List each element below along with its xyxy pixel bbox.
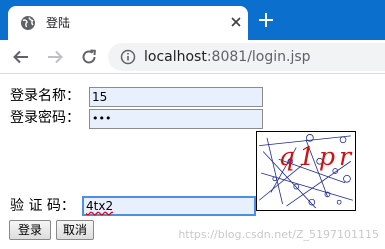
tab-strip: 登陆 (0, 0, 385, 40)
info-icon[interactable] (120, 49, 136, 65)
captcha-image[interactable]: q1pr (256, 131, 356, 211)
captcha-text: q1pr (279, 141, 355, 171)
plus-icon[interactable] (258, 12, 274, 28)
username-label: 登录名称： (10, 88, 80, 104)
login-button[interactable]: 登录 (9, 220, 51, 240)
address-bar[interactable]: localhost:8081/login.jsp (108, 43, 385, 71)
globe-icon (21, 16, 35, 30)
captcha-input[interactable]: 4tx2 (82, 196, 256, 216)
arrow-right-icon[interactable] (46, 48, 64, 66)
password-label: 登录密码： (10, 110, 80, 126)
close-icon[interactable] (230, 16, 242, 28)
login-page: 登录名称： 15 登录密码： ••• q1pr 验 证 码： 4tx2 登录 取… (0, 74, 385, 249)
arrow-left-icon[interactable] (12, 48, 30, 66)
cancel-button[interactable]: 取消 (56, 220, 94, 240)
url-text: localhost:8081/login.jsp (144, 49, 311, 65)
browser-tab[interactable]: 登陆 (8, 6, 248, 40)
password-input[interactable]: ••• (89, 109, 263, 129)
captcha-input-value: 4tx2 (86, 199, 114, 213)
watermark: https://blog.csdn.net/Z_5197101115 (178, 228, 379, 241)
browser-toolbar: localhost:8081/login.jsp (0, 40, 385, 74)
tab-title: 登陆 (46, 16, 71, 30)
reload-icon[interactable] (80, 48, 98, 66)
captcha-label: 验 证 码： (10, 198, 75, 214)
url-host: localhost (144, 49, 207, 65)
url-path: :8081/login.jsp (206, 49, 311, 65)
username-input[interactable]: 15 (89, 87, 263, 107)
